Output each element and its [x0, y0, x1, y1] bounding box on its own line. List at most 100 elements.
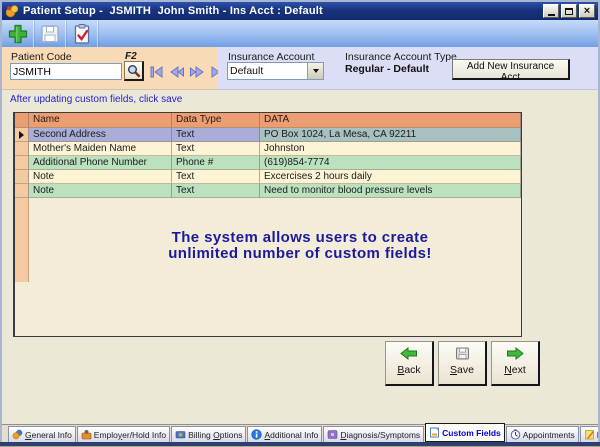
tab-general-info[interactable]: General Info — [8, 426, 76, 442]
chevron-down-icon — [313, 69, 319, 73]
cell-data-type: Text — [172, 184, 260, 198]
tab-appointments[interactable]: Appointments — [506, 426, 579, 442]
cell-name: Note — [29, 170, 172, 184]
previous-record-icon — [169, 66, 185, 78]
table-row[interactable]: Mother's Maiden Name Text Johnston — [15, 142, 521, 156]
toolbar — [2, 20, 598, 47]
patient-code-input[interactable] — [10, 63, 122, 80]
window-title: Patient Setup - JSMITH John Smith - Ins … — [23, 5, 543, 17]
maximize-button[interactable] — [561, 4, 577, 18]
patient-code-label: Patient Code — [11, 51, 72, 63]
billing-icon — [175, 429, 186, 440]
search-icon — [127, 64, 141, 78]
tab-additional-info[interactable]: Additional Info — [247, 426, 322, 442]
next-button-label: Next — [504, 364, 526, 376]
row-selector[interactable] — [15, 184, 29, 198]
insurance-account-type-label: Insurance Account Type — [345, 51, 457, 63]
insurance-account-type-value: Regular - Default — [345, 63, 429, 75]
column-header-data[interactable]: DATA — [260, 113, 521, 128]
tab-diagnosis-symptoms[interactable]: Diagnosis/Symptoms — [323, 426, 424, 442]
cell-data-type: Text — [172, 142, 260, 156]
tab-employer-hold-info[interactable]: Employer/Hold Info — [77, 426, 170, 442]
first-record-icon — [149, 66, 165, 78]
minimize-button[interactable] — [543, 4, 559, 18]
selector-header-cell — [15, 113, 29, 128]
tab-billing-options[interactable]: Billing Options — [171, 426, 246, 442]
title-bar[interactable]: Patient Setup - JSMITH John Smith - Ins … — [2, 2, 598, 20]
cell-name: Note — [29, 184, 172, 198]
app-icon — [5, 4, 19, 18]
cell-name: Additional Phone Number — [29, 156, 172, 170]
verify-button[interactable] — [66, 20, 98, 47]
tab-bar: General Info Employer/Hold Info Billing … — [2, 424, 598, 442]
row-selector[interactable] — [15, 142, 29, 156]
row-selector[interactable] — [15, 128, 29, 142]
cell-data: (619)854-7774 — [260, 156, 521, 170]
back-button-label: Back — [397, 364, 420, 376]
table-row[interactable]: Additional Phone Number Phone # (619)854… — [15, 156, 521, 170]
clock-icon — [510, 429, 521, 440]
custom-fields-icon — [429, 427, 440, 438]
employer-icon — [81, 429, 92, 440]
patient-setup-window: Patient Setup - JSMITH John Smith - Ins … — [0, 0, 600, 447]
next-button[interactable]: Next — [491, 341, 540, 386]
custom-fields-grid: Name Data Type DATA Second Address Text … — [13, 112, 522, 337]
cell-data-type: Text — [172, 128, 260, 142]
cell-name: Second Address — [29, 128, 172, 142]
combo-dropdown-button[interactable] — [307, 63, 323, 79]
tab-label: Additional Info — [264, 430, 318, 440]
save-button-toolbar[interactable] — [34, 20, 66, 47]
patient-code-panel: Patient Code F2 — [2, 47, 218, 90]
close-icon: × — [584, 6, 590, 17]
back-button[interactable]: Back — [385, 341, 434, 386]
insurance-account-value: Default — [228, 63, 307, 79]
cell-data: Need to monitor blood pressure levels — [260, 184, 521, 198]
tab-patient-notes[interactable]: Patient Notes — [580, 426, 600, 442]
tab-label: Employer/Hold Info — [94, 430, 166, 440]
cell-data: Johnston — [260, 142, 521, 156]
cell-name: Mother's Maiden Name — [29, 142, 172, 156]
patient-search-button[interactable] — [124, 61, 144, 81]
current-row-indicator-icon — [19, 131, 24, 139]
cell-data: Excercises 2 hours daily — [260, 170, 521, 184]
row-selector[interactable] — [15, 156, 29, 170]
table-row[interactable]: Note Text Excercises 2 hours daily — [15, 170, 521, 184]
cell-data-type: Phone # — [172, 156, 260, 170]
floppy-icon — [455, 347, 470, 360]
save-button-label: Save — [450, 364, 474, 376]
table-row[interactable]: Second Address Text PO Box 1024, La Mesa… — [15, 128, 521, 142]
column-header-name[interactable]: Name — [29, 113, 172, 128]
tab-label: Diagnosis/Symptoms — [340, 430, 420, 440]
floppy-icon — [39, 23, 61, 45]
cell-data: PO Box 1024, La Mesa, CA 92211 — [260, 128, 521, 142]
arrow-right-icon — [506, 347, 524, 360]
add-patient-button[interactable] — [2, 20, 34, 47]
first-record-button[interactable] — [149, 66, 165, 78]
tab-label: Billing Options — [188, 430, 242, 440]
status-message: After updating custom fields, click save — [10, 94, 182, 105]
insurance-panel: Insurance Account Default Insurance Acco… — [218, 47, 598, 90]
add-new-insurance-acct-button[interactable]: Add New Insurance Acct — [452, 59, 570, 80]
tab-label: Custom Fields — [442, 428, 501, 438]
diagnosis-icon — [327, 429, 338, 440]
notes-pencil-icon — [584, 429, 595, 440]
minimize-icon — [548, 14, 555, 16]
tab-label: Appointments — [523, 430, 575, 440]
next-record-icon — [189, 66, 205, 78]
message-line-2: unlimited number of custom fields! — [82, 246, 518, 262]
message-line-1: The system allows users to create — [82, 230, 518, 246]
tab-custom-fields[interactable]: Custom Fields — [425, 423, 505, 442]
close-button[interactable]: × — [579, 4, 595, 18]
grid-header-row: Name Data Type DATA — [15, 113, 521, 128]
arrow-left-icon — [400, 347, 418, 360]
insurance-account-select[interactable]: Default — [227, 62, 324, 80]
tab-label: General Info — [25, 430, 72, 440]
row-selector[interactable] — [15, 170, 29, 184]
table-row[interactable]: Note Text Need to monitor blood pressure… — [15, 184, 521, 198]
info-icon — [251, 429, 262, 440]
selector-column-tail — [15, 198, 29, 282]
column-header-data-type[interactable]: Data Type — [172, 113, 260, 128]
save-button[interactable]: Save — [438, 341, 487, 386]
previous-record-button[interactable] — [169, 66, 185, 78]
next-record-button[interactable] — [189, 66, 205, 78]
